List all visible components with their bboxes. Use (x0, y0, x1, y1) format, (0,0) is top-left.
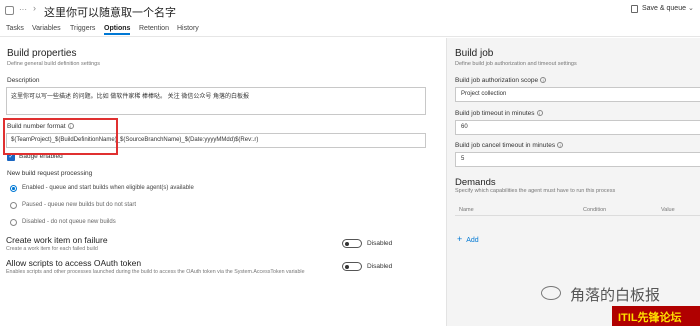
description-label: Description (7, 77, 40, 84)
demands-header-row: Name Condition Value (455, 202, 700, 216)
radio-disabled[interactable] (10, 219, 17, 226)
save-icon[interactable] (631, 5, 638, 13)
tab-tasks[interactable]: Tasks (6, 25, 24, 32)
wechat-icon (541, 286, 561, 300)
section-title-demands: Demands (455, 177, 496, 188)
radio-paused-label: Paused - queue new builds but do not sta… (22, 202, 137, 208)
oauth-subtitle-text: Enables scripts and other processes laun… (6, 269, 305, 275)
build-job-panel: Build job Define build job authorization… (446, 38, 700, 326)
add-demand-button[interactable]: + Add (457, 234, 479, 244)
radio-enabled-label: Enabled - queue and start builds when el… (22, 185, 194, 191)
work-item-toggle[interactable] (342, 239, 362, 248)
cancel-timeout-input[interactable]: 5 (455, 152, 700, 167)
plus-icon: + (457, 234, 463, 244)
add-demand-label: Add (466, 237, 479, 244)
radio-enabled[interactable] (10, 185, 17, 192)
work-item-toggle-label: Disabled (367, 240, 393, 247)
timeout-label-text: Build job timeout in minutes (455, 110, 535, 117)
highlight-box (3, 118, 118, 155)
oauth-subtitle: Enables scripts and other processes laun… (6, 269, 306, 276)
radio-disabled-label: Disabled - do not queue new builds (22, 219, 116, 225)
section-subtitle-build-properties: Define general build definition settings (7, 61, 100, 67)
col-value: Value (661, 207, 675, 213)
timeout-input[interactable]: 60 (455, 120, 700, 135)
tab-triggers[interactable]: Triggers (70, 25, 95, 32)
info-icon[interactable]: i (557, 142, 564, 149)
timeout-label: Build job timeout in minutes i (455, 110, 543, 117)
oauth-title: Allow scripts to access OAuth token (6, 258, 142, 268)
options-panel: Build properties Define general build de… (0, 38, 442, 326)
top-bar: ··· › 这里你可以随意取一个名字 Save & queue ⌄ (0, 0, 700, 22)
col-condition: Condition (583, 207, 607, 213)
section-subtitle-build-job: Define build job authorization and timeo… (455, 61, 577, 67)
chevron-right-icon: › (33, 3, 36, 13)
work-item-subtitle: Create a work item for each failed build (6, 246, 98, 252)
tab-history[interactable]: History (177, 25, 199, 32)
info-icon[interactable]: i (536, 110, 543, 117)
watermark-footer: ITIL先锋论坛 (612, 306, 700, 326)
chevron-down-icon[interactable]: ⌄ (688, 4, 694, 12)
save-queue-button[interactable]: Save & queue (642, 5, 686, 12)
scope-label: Build job authorization scope i (455, 77, 547, 84)
breadcrumb-ellipsis[interactable]: ··· (19, 5, 27, 14)
scope-select[interactable]: Project collection (455, 87, 700, 102)
info-icon[interactable]: i (540, 77, 547, 84)
page-title: 这里你可以随意取一个名字 (44, 7, 176, 19)
tab-retention[interactable]: Retention (139, 25, 169, 32)
work-item-title: Create work item on failure (6, 235, 108, 245)
tab-bar: Tasks Variables Triggers Options Retenti… (0, 23, 700, 37)
radio-paused[interactable] (10, 202, 17, 209)
new-build-title: New build request processing (7, 170, 93, 177)
tab-variables[interactable]: Variables (32, 25, 61, 32)
cancel-timeout-label-text: Build job cancel timeout in minutes (455, 142, 556, 149)
oauth-toggle[interactable] (342, 262, 362, 271)
tab-options[interactable]: Options (104, 25, 131, 35)
cancel-timeout-label: Build job cancel timeout in minutes i (455, 142, 564, 149)
description-textarea[interactable]: 这里你可以写一些描述 的问题。比如 做软件家稀 棒棒哒。 关注 微信公众号 角落… (6, 87, 426, 115)
col-name: Name (459, 207, 474, 213)
watermark-text: 角落的白板报 (570, 287, 661, 304)
section-subtitle-demands: Specify which capabilities the agent mus… (455, 188, 616, 194)
section-title-build-job: Build job (455, 48, 494, 59)
scope-label-text: Build job authorization scope (455, 77, 539, 84)
oauth-toggle-label: Disabled (367, 263, 393, 270)
section-title-build-properties: Build properties (7, 48, 77, 59)
pipeline-icon[interactable] (5, 6, 14, 15)
